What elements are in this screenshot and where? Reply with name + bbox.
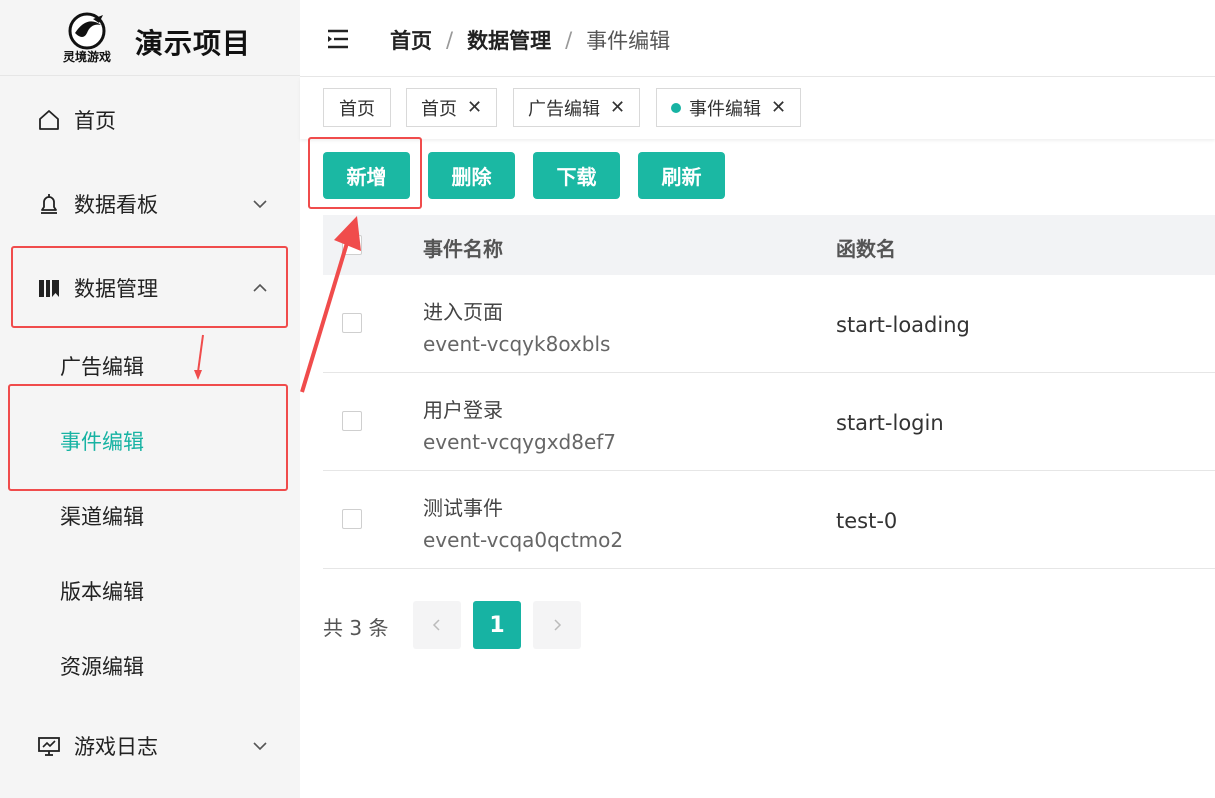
app-root: 灵境游戏 演示项目 首页 数据看板 数据管理 广告编辑 事件编辑 渠道编辑 版本… — [0, 0, 1215, 798]
annotation-arrows — [194, 216, 361, 393]
